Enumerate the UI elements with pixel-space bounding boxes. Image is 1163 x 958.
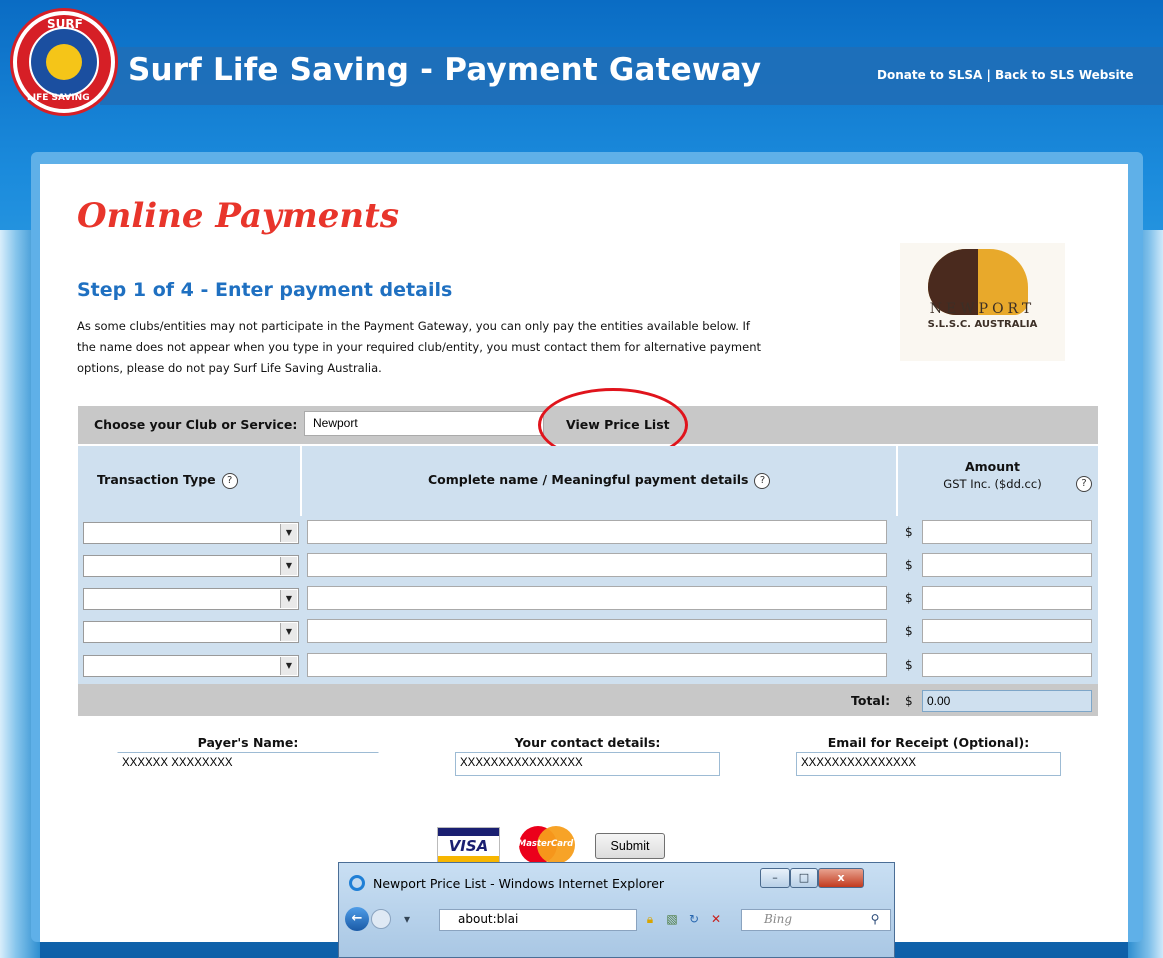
visa-logo: VISA (437, 827, 500, 865)
currency-symbol: $ (905, 558, 913, 572)
col-header-label: Complete name / Meaningful payment detai… (428, 472, 749, 487)
payer-name-input[interactable]: XXXXXX XXXXXXXX (117, 752, 379, 776)
amount-input[interactable] (922, 619, 1092, 643)
transaction-type-select[interactable] (83, 655, 299, 677)
compatibility-icon[interactable]: ▧ (664, 911, 680, 927)
maximize-button[interactable]: □ (790, 868, 818, 888)
close-button[interactable]: x (818, 868, 864, 888)
help-icon[interactable]: ? (754, 472, 771, 489)
minimize-button[interactable]: – (760, 868, 790, 888)
col-divider (896, 446, 898, 516)
step-title: Step 1 of 4 - Enter payment details (77, 279, 453, 301)
logo-text-bottom: LIFE SAVING (27, 93, 90, 103)
link-separator: | (982, 68, 996, 82)
intro-line: options, please do not pay Surf Life Sav… (77, 361, 382, 375)
ie-logo-icon (349, 875, 365, 891)
help-icon[interactable]: ? (1076, 476, 1092, 492)
refresh-icon[interactable]: ↻ (686, 911, 702, 927)
mastercard-logo-text: MasterCard (517, 839, 574, 849)
currency-symbol: $ (905, 624, 913, 638)
search-icon[interactable]: ⚲ (867, 911, 883, 927)
intro-text: As some clubs/entities may not participa… (77, 316, 867, 379)
intro-line: As some clubs/entities may not participa… (77, 319, 750, 333)
amount-input[interactable] (922, 586, 1092, 610)
email-receipt-label: Email for Receipt (Optional): (827, 735, 1030, 750)
address-bar[interactable]: about:blai (439, 909, 637, 931)
contact-details-input[interactable]: XXXXXXXXXXXXXXXX (455, 752, 720, 776)
club-logo: NEWPORT S.L.S.C. AUSTRALIA (900, 243, 1065, 361)
currency-symbol: $ (905, 591, 913, 605)
popup-title: Newport Price List - Windows Internet Ex… (373, 876, 665, 891)
email-receipt-input[interactable]: XXXXXXXXXXXXXXX (796, 752, 1061, 776)
col-header-transaction-type: Transaction Type? (97, 472, 238, 489)
visa-logo-text: VISA (448, 837, 489, 855)
chevron-down-icon[interactable]: ▼ (280, 557, 297, 575)
col-header-sublabel: GST Inc. ($dd.cc) (943, 477, 1042, 491)
club-logo-name: NEWPORT (929, 301, 1036, 317)
ie-popup-window[interactable]: Newport Price List - Windows Internet Ex… (338, 862, 895, 958)
visa-stripe-top (438, 828, 499, 836)
sls-logo: SURF LIFE SAVING (10, 8, 118, 116)
currency-symbol: $ (905, 694, 913, 708)
amount-input[interactable] (922, 653, 1092, 677)
amount-input[interactable] (922, 520, 1092, 544)
ie-toolbar: ← ▾ about:blai 🔒︎ ▧ ↻ ✕ Bing ⚲ (339, 903, 894, 933)
mastercard-logo: MasterCard (513, 824, 578, 866)
total-label: Total: (851, 693, 891, 708)
col-header-details: Complete name / Meaningful payment detai… (428, 472, 771, 489)
col-header-label: Transaction Type (97, 472, 216, 487)
club-chooser-label: Choose your Club or Service: (94, 417, 298, 432)
payment-details-input[interactable] (307, 586, 887, 610)
payer-name-label: Payer's Name: (197, 735, 299, 750)
transaction-type-select[interactable] (83, 555, 299, 577)
help-icon[interactable]: ? (221, 472, 238, 489)
transaction-type-select[interactable] (83, 522, 299, 544)
forward-arrow-icon[interactable] (371, 909, 391, 929)
currency-symbol: $ (905, 525, 913, 539)
payment-details-input[interactable] (307, 619, 887, 643)
intro-line: the name does not appear when you type i… (77, 340, 761, 354)
chevron-down-icon[interactable]: ▼ (280, 657, 297, 675)
back-to-sls-link[interactable]: Back to SLS Website (995, 68, 1133, 82)
col-header-label: Amount (964, 459, 1021, 474)
chevron-down-icon[interactable]: ▾ (399, 911, 415, 927)
top-links: Donate to SLSA | Back to SLS Website (877, 68, 1133, 82)
club-logo-subtitle: S.L.S.C. AUSTRALIA (927, 319, 1038, 330)
amount-input[interactable] (922, 553, 1092, 577)
chevron-down-icon[interactable]: ▼ (280, 623, 297, 641)
total-amount-field: 0.00 (922, 690, 1092, 712)
stop-icon[interactable]: ✕ (708, 911, 724, 927)
currency-symbol: $ (905, 658, 913, 672)
lock-icon[interactable]: 🔒︎ (642, 911, 658, 927)
page-heading: Online Payments (77, 196, 399, 236)
payment-details-input[interactable] (307, 553, 887, 577)
transaction-type-select[interactable] (83, 588, 299, 610)
club-input[interactable]: Newport (304, 411, 544, 436)
donate-link[interactable]: Donate to SLSA (877, 68, 982, 82)
col-divider (300, 446, 302, 516)
payment-details-input[interactable] (307, 520, 887, 544)
transaction-type-select[interactable] (83, 621, 299, 643)
lifesaver-figure-icon (46, 44, 82, 80)
contact-details-label: Your contact details: (514, 735, 661, 750)
chevron-down-icon[interactable]: ▼ (280, 590, 297, 608)
back-arrow-icon[interactable]: ← (345, 907, 369, 931)
site-title: Surf Life Saving - Payment Gateway (128, 52, 762, 88)
logo-text-top: SURF (47, 17, 83, 31)
chevron-down-icon[interactable]: ▼ (280, 524, 297, 542)
col-header-amount: Amount GST Inc. ($dd.cc) (925, 459, 1060, 491)
payment-details-input[interactable] (307, 653, 887, 677)
submit-button[interactable]: Submit (595, 833, 665, 859)
